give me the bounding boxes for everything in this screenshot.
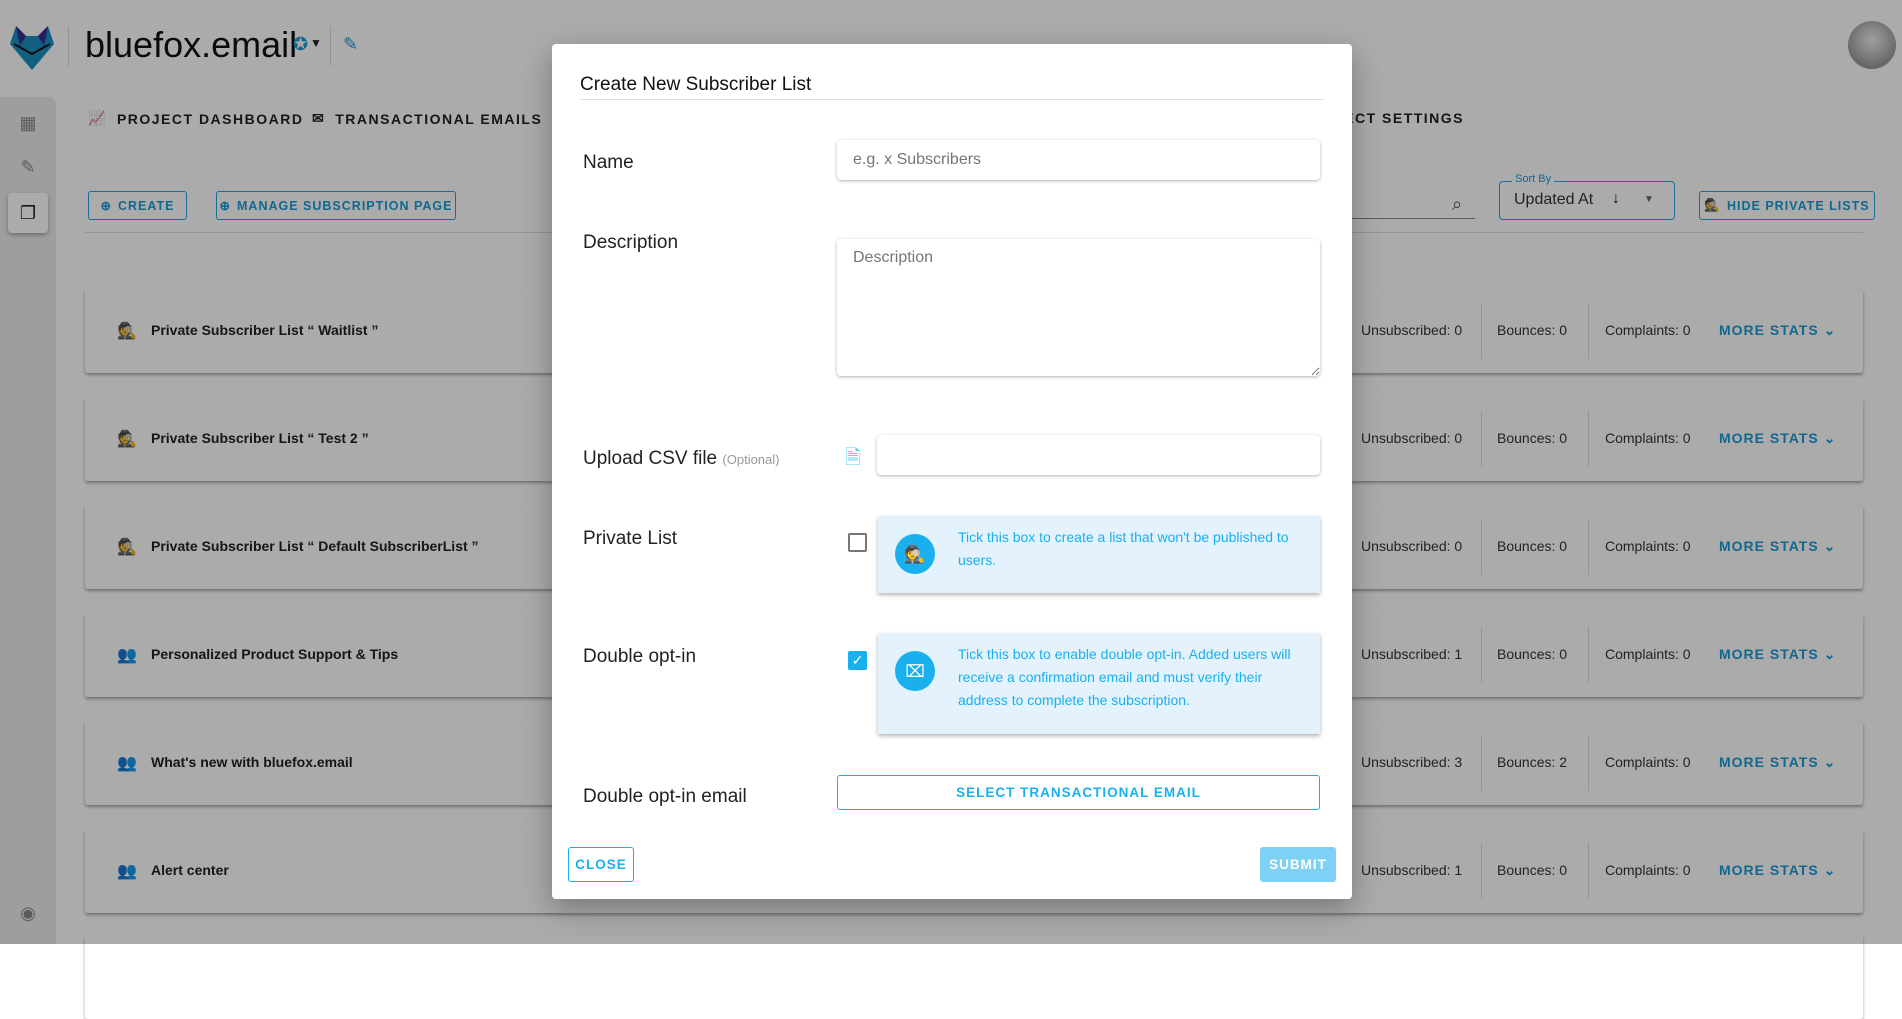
double-opt-in-checkbox[interactable]: ✓ (848, 651, 867, 670)
divider (580, 99, 1324, 100)
select-transactional-email-button[interactable]: SELECT TRANSACTIONAL EMAIL (837, 775, 1320, 810)
private-list-checkbox[interactable] (848, 533, 867, 552)
description-label: Description (583, 232, 679, 253)
dialog-title: Create New Subscriber List (580, 74, 812, 95)
list-card[interactable] (85, 935, 1863, 1019)
close-button[interactable]: CLOSE (568, 847, 634, 882)
name-input[interactable] (837, 140, 1320, 180)
double-opt-in-label: Double opt-in (583, 646, 697, 667)
submit-button[interactable]: SUBMIT (1260, 847, 1336, 882)
private-list-label: Private List (583, 528, 677, 549)
create-subscriber-list-dialog: Create New Subscriber List Name Descript… (552, 44, 1352, 899)
name-label: Name (583, 152, 634, 173)
upload-csv-label: Upload CSV file (Optional) (583, 448, 780, 469)
incognito-icon: 🕵 (895, 534, 935, 574)
description-textarea[interactable] (837, 239, 1320, 376)
private-list-info: 🕵 Tick this box to create a list that wo… (878, 516, 1320, 593)
double-opt-in-info: ⌧ Tick this box to enable double opt-in.… (878, 633, 1320, 734)
file-csv-icon[interactable]: 🗎 (845, 443, 861, 477)
double-opt-in-email-label: Double opt-in email (583, 786, 747, 807)
csv-file-input[interactable] (877, 435, 1320, 475)
email-check-icon: ⌧ (895, 651, 935, 691)
